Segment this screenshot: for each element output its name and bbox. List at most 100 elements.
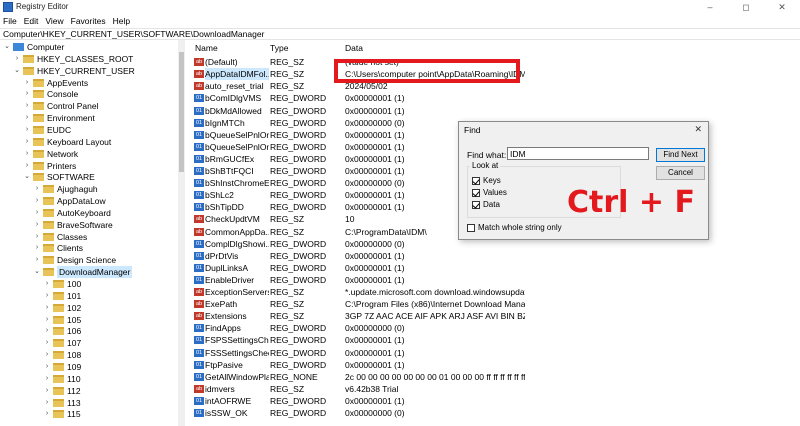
menu-view[interactable]: View [42,14,67,27]
value-row[interactable]: 01 intAOFRWE REG_DWORD 0x00000001 (1) [186,395,800,407]
tree-node-software-child[interactable]: › BraveSoftware [32,219,113,231]
tree-node-downloadmanager-child[interactable]: › 106 [42,325,81,337]
tree-node-software-child[interactable]: › AutoKeyboard [32,207,111,219]
chevron-right-icon[interactable]: › [42,302,52,314]
tree-node-hkcu-child[interactable]: › Keyboard Layout [22,136,111,148]
tree-node-software-child[interactable]: › Clients [32,242,83,254]
tree-scrollbar[interactable] [178,40,185,426]
tree-node-downloadmanager-child[interactable]: › 101 [42,290,81,302]
value-row[interactable]: 01 EnableDriver REG_DWORD 0x00000001 (1) [186,274,800,286]
value-row[interactable]: 01 FtpPasive REG_DWORD 0x00000001 (1) [186,359,800,371]
chevron-right-icon[interactable]: › [42,278,52,290]
tree-scrollbar-thumb[interactable] [179,52,184,172]
value-row[interactable]: 01FSPSSettingsChe...REG_DWORD 0x00000001 … [186,334,800,346]
value-row[interactable]: ab Extensions REG_SZ 3GP 7Z AAC ACE AIF APK… [186,310,800,322]
chevron-right-icon[interactable]: › [22,124,32,136]
chevron-down-icon[interactable]: ⌄ [32,266,42,278]
chevron-right-icon[interactable]: › [22,148,32,160]
chevron-right-icon[interactable]: › [32,219,42,231]
value-row[interactable]: ab ExceptionServers REG_SZ *.update.microso… [186,286,800,298]
column-header-type[interactable]: Type [270,43,288,54]
column-header-data[interactable]: Data [345,43,363,54]
chevron-right-icon[interactable]: › [32,242,42,254]
tree-node-downloadmanager[interactable]: ⌄ DownloadManager [32,266,133,279]
column-header-name[interactable]: Name [195,43,218,54]
tree-node-software-child[interactable]: › AppDataLow [32,195,106,207]
minimize-button[interactable]: – [692,0,728,14]
chevron-right-icon[interactable]: › [42,408,52,420]
chevron-right-icon[interactable]: › [22,112,32,124]
tree-node-downloadmanager-child[interactable]: › 109 [42,361,81,373]
tree-node-downloadmanager-child[interactable]: › 100 [42,278,81,290]
menu-file[interactable]: File [0,14,21,27]
find-dialog-close-icon[interactable]: ✕ [694,124,702,135]
maximize-button[interactable]: ◻ [728,0,764,14]
tree-node-downloadmanager-child[interactable]: › 115 [42,408,81,420]
tree-node-hkcu-child[interactable]: › EUDC [22,124,71,136]
tree-node-downloadmanager-child[interactable]: › 107 [42,337,81,349]
tree-node-downloadmanager-child[interactable]: › 108 [42,349,81,361]
tree-node-hkcu-child[interactable]: › Console [22,88,78,100]
chevron-right-icon[interactable]: › [42,314,52,326]
value-row[interactable]: 01 isSSW_OK REG_DWORD 0x00000000 (0) [186,407,800,419]
tree-node-downloadmanager-child[interactable]: › 112 [42,385,81,397]
close-button[interactable]: ✕ [764,0,800,14]
chevron-down-icon[interactable]: ⌄ [2,41,12,53]
value-row[interactable]: 01GetAllWindowPla...REG_NONE 2c 00 00 00 … [186,371,800,383]
tree-node-computer[interactable]: ⌄ Computer [2,41,64,53]
chevron-down-icon[interactable]: ⌄ [12,65,22,77]
chevron-right-icon[interactable]: › [42,325,52,337]
address-path[interactable]: Computer\HKEY_CURRENT_USER\SOFTWARE\Down… [3,29,264,40]
value-row[interactable]: 01 DuplLinksA REG_DWORD 0x00000001 (1) [186,262,800,274]
chevron-right-icon[interactable]: › [22,88,32,100]
chevron-right-icon[interactable]: › [22,100,32,112]
chevron-right-icon[interactable]: › [22,136,32,148]
tree-node-hkcu-child[interactable]: › AppEvents [22,77,88,89]
value-row[interactable]: 01 bDkMdAllowed REG_DWORD 0x00000001 (1) [186,105,800,117]
data-checkbox[interactable]: Data [472,200,500,210]
tree-node-hkcu-child[interactable]: › Environment [22,112,95,124]
tree-node-software-child[interactable]: › Ajughaguh [32,183,98,195]
tree-node-hkcu-child[interactable]: › Control Panel [22,100,99,112]
tree-node-downloadmanager-child[interactable]: › 113 [42,397,81,409]
tree-node-hkcu[interactable]: ⌄ HKEY_CURRENT_USER [12,65,135,77]
value-row[interactable]: 01 bComIDlgVMS REG_DWORD 0x00000001 (1) [186,92,800,104]
chevron-right-icon[interactable]: › [22,77,32,89]
value-row[interactable]: ab ExePath REG_SZ C:\Program Files (x86)\In… [186,298,800,310]
find-what-input[interactable] [507,147,649,160]
tree-node-downloadmanager-child[interactable]: › 102 [42,302,81,314]
cancel-button[interactable]: Cancel [656,166,705,180]
chevron-down-icon[interactable]: ⌄ [22,171,32,183]
tree-node-hkcr[interactable]: › HKEY_CLASSES_ROOT [12,53,134,65]
chevron-right-icon[interactable]: › [42,385,52,397]
menu-favorites[interactable]: Favorites [68,14,110,27]
chevron-right-icon[interactable]: › [42,373,52,385]
value-row[interactable]: 01 dPrDtVis REG_DWORD 0x00000001 (1) [186,250,800,262]
chevron-right-icon[interactable]: › [42,290,52,302]
value-row[interactable]: 01FSSSettingsCheck...REG_DWORD 0x00000001… [186,347,800,359]
value-row[interactable]: ab idmvers REG_SZ v6.42b38 Trial [186,383,800,395]
value-row[interactable]: 01 FindApps REG_DWORD 0x00000000 (0) [186,322,800,334]
chevron-right-icon[interactable]: › [22,160,32,172]
tree-node-downloadmanager-child[interactable]: › 110 [42,373,81,385]
address-bar[interactable]: Computer\HKEY_CURRENT_USER\SOFTWARE\Down… [0,28,800,40]
chevron-right-icon[interactable]: › [32,231,42,243]
find-next-button[interactable]: Find Next [656,148,705,162]
chevron-right-icon[interactable]: › [42,349,52,361]
menu-edit[interactable]: Edit [21,14,43,27]
menu-help[interactable]: Help [110,14,134,27]
tree-node-software-child[interactable]: › Classes [32,231,87,243]
chevron-right-icon[interactable]: › [12,53,22,65]
tree-node-software[interactable]: ⌄ SOFTWARE [22,171,95,183]
match-whole-checkbox[interactable]: Match whole string only [467,223,562,233]
chevron-right-icon[interactable]: › [42,397,52,409]
tree-node-hkcu-child[interactable]: › Network [22,148,78,160]
chevron-right-icon[interactable]: › [32,254,42,266]
tree-node-downloadmanager-child[interactable]: › 105 [42,314,81,326]
chevron-right-icon[interactable]: › [42,337,52,349]
keys-checkbox[interactable]: Keys [472,176,501,186]
chevron-right-icon[interactable]: › [42,361,52,373]
chevron-right-icon[interactable]: › [32,207,42,219]
chevron-right-icon[interactable]: › [32,195,42,207]
tree-node-hkcu-child[interactable]: › Printers [22,160,76,172]
